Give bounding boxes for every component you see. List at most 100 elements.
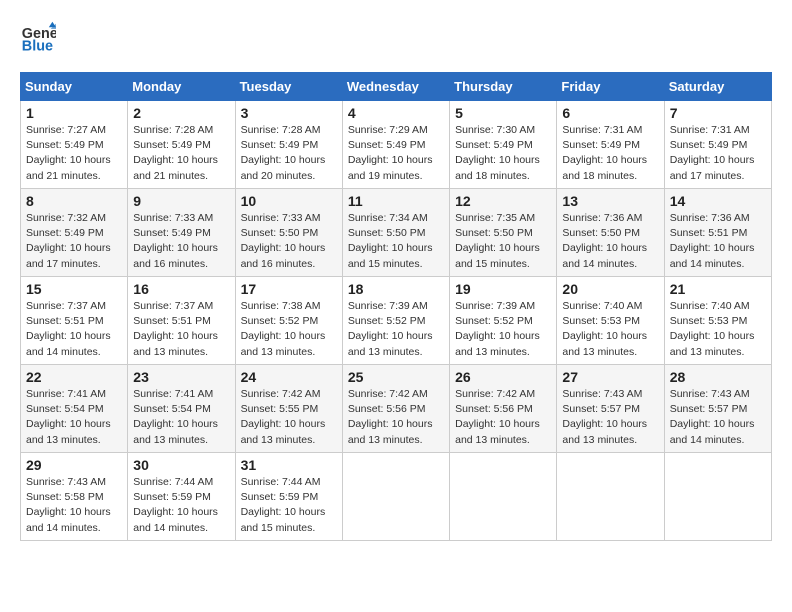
calendar-cell bbox=[342, 453, 449, 541]
calendar-cell: 31 Sunrise: 7:44 AMSunset: 5:59 PMDaylig… bbox=[235, 453, 342, 541]
day-number: 31 bbox=[241, 457, 337, 473]
cell-text: Sunrise: 7:44 AMSunset: 5:59 PMDaylight:… bbox=[241, 476, 326, 534]
calendar-cell: 9 Sunrise: 7:33 AMSunset: 5:49 PMDayligh… bbox=[128, 189, 235, 277]
calendar-cell: 23 Sunrise: 7:41 AMSunset: 5:54 PMDaylig… bbox=[128, 365, 235, 453]
calendar-cell bbox=[450, 453, 557, 541]
day-number: 13 bbox=[562, 193, 658, 209]
cell-text: Sunrise: 7:42 AMSunset: 5:56 PMDaylight:… bbox=[455, 388, 540, 446]
calendar-table: SundayMondayTuesdayWednesdayThursdayFrid… bbox=[20, 72, 772, 541]
day-number: 27 bbox=[562, 369, 658, 385]
weekday-header: Wednesday bbox=[342, 73, 449, 101]
calendar-week-row: 15 Sunrise: 7:37 AMSunset: 5:51 PMDaylig… bbox=[21, 277, 772, 365]
calendar-cell: 24 Sunrise: 7:42 AMSunset: 5:55 PMDaylig… bbox=[235, 365, 342, 453]
cell-text: Sunrise: 7:44 AMSunset: 5:59 PMDaylight:… bbox=[133, 476, 218, 534]
calendar-cell: 30 Sunrise: 7:44 AMSunset: 5:59 PMDaylig… bbox=[128, 453, 235, 541]
calendar-cell: 17 Sunrise: 7:38 AMSunset: 5:52 PMDaylig… bbox=[235, 277, 342, 365]
weekday-header: Saturday bbox=[664, 73, 771, 101]
calendar-cell: 12 Sunrise: 7:35 AMSunset: 5:50 PMDaylig… bbox=[450, 189, 557, 277]
cell-text: Sunrise: 7:43 AMSunset: 5:57 PMDaylight:… bbox=[562, 388, 647, 446]
calendar-cell: 26 Sunrise: 7:42 AMSunset: 5:56 PMDaylig… bbox=[450, 365, 557, 453]
day-number: 6 bbox=[562, 105, 658, 121]
day-number: 9 bbox=[133, 193, 229, 209]
cell-text: Sunrise: 7:35 AMSunset: 5:50 PMDaylight:… bbox=[455, 212, 540, 270]
calendar-week-row: 8 Sunrise: 7:32 AMSunset: 5:49 PMDayligh… bbox=[21, 189, 772, 277]
day-number: 24 bbox=[241, 369, 337, 385]
cell-text: Sunrise: 7:38 AMSunset: 5:52 PMDaylight:… bbox=[241, 300, 326, 358]
cell-text: Sunrise: 7:39 AMSunset: 5:52 PMDaylight:… bbox=[455, 300, 540, 358]
day-number: 19 bbox=[455, 281, 551, 297]
calendar-week-row: 1 Sunrise: 7:27 AMSunset: 5:49 PMDayligh… bbox=[21, 101, 772, 189]
day-number: 30 bbox=[133, 457, 229, 473]
calendar-cell: 21 Sunrise: 7:40 AMSunset: 5:53 PMDaylig… bbox=[664, 277, 771, 365]
logo-icon: General Blue bbox=[20, 20, 56, 56]
cell-text: Sunrise: 7:31 AMSunset: 5:49 PMDaylight:… bbox=[670, 124, 755, 182]
weekday-header: Tuesday bbox=[235, 73, 342, 101]
calendar-cell: 25 Sunrise: 7:42 AMSunset: 5:56 PMDaylig… bbox=[342, 365, 449, 453]
cell-text: Sunrise: 7:28 AMSunset: 5:49 PMDaylight:… bbox=[133, 124, 218, 182]
calendar-cell: 4 Sunrise: 7:29 AMSunset: 5:49 PMDayligh… bbox=[342, 101, 449, 189]
day-number: 8 bbox=[26, 193, 122, 209]
cell-text: Sunrise: 7:32 AMSunset: 5:49 PMDaylight:… bbox=[26, 212, 111, 270]
calendar-cell: 1 Sunrise: 7:27 AMSunset: 5:49 PMDayligh… bbox=[21, 101, 128, 189]
cell-text: Sunrise: 7:37 AMSunset: 5:51 PMDaylight:… bbox=[26, 300, 111, 358]
day-number: 4 bbox=[348, 105, 444, 121]
calendar-cell: 2 Sunrise: 7:28 AMSunset: 5:49 PMDayligh… bbox=[128, 101, 235, 189]
weekday-header: Thursday bbox=[450, 73, 557, 101]
cell-text: Sunrise: 7:42 AMSunset: 5:55 PMDaylight:… bbox=[241, 388, 326, 446]
cell-text: Sunrise: 7:29 AMSunset: 5:49 PMDaylight:… bbox=[348, 124, 433, 182]
cell-text: Sunrise: 7:43 AMSunset: 5:58 PMDaylight:… bbox=[26, 476, 111, 534]
weekday-header: Friday bbox=[557, 73, 664, 101]
day-number: 26 bbox=[455, 369, 551, 385]
calendar-cell: 8 Sunrise: 7:32 AMSunset: 5:49 PMDayligh… bbox=[21, 189, 128, 277]
cell-text: Sunrise: 7:41 AMSunset: 5:54 PMDaylight:… bbox=[26, 388, 111, 446]
day-number: 20 bbox=[562, 281, 658, 297]
weekday-header: Sunday bbox=[21, 73, 128, 101]
day-number: 21 bbox=[670, 281, 766, 297]
day-number: 3 bbox=[241, 105, 337, 121]
cell-text: Sunrise: 7:40 AMSunset: 5:53 PMDaylight:… bbox=[562, 300, 647, 358]
calendar-cell: 27 Sunrise: 7:43 AMSunset: 5:57 PMDaylig… bbox=[557, 365, 664, 453]
page-header: General Blue bbox=[20, 20, 772, 56]
day-number: 7 bbox=[670, 105, 766, 121]
day-number: 28 bbox=[670, 369, 766, 385]
cell-text: Sunrise: 7:36 AMSunset: 5:50 PMDaylight:… bbox=[562, 212, 647, 270]
day-number: 16 bbox=[133, 281, 229, 297]
cell-text: Sunrise: 7:30 AMSunset: 5:49 PMDaylight:… bbox=[455, 124, 540, 182]
weekday-header: Monday bbox=[128, 73, 235, 101]
cell-text: Sunrise: 7:40 AMSunset: 5:53 PMDaylight:… bbox=[670, 300, 755, 358]
weekday-header-row: SundayMondayTuesdayWednesdayThursdayFrid… bbox=[21, 73, 772, 101]
calendar-week-row: 29 Sunrise: 7:43 AMSunset: 5:58 PMDaylig… bbox=[21, 453, 772, 541]
day-number: 10 bbox=[241, 193, 337, 209]
calendar-week-row: 22 Sunrise: 7:41 AMSunset: 5:54 PMDaylig… bbox=[21, 365, 772, 453]
day-number: 14 bbox=[670, 193, 766, 209]
cell-text: Sunrise: 7:37 AMSunset: 5:51 PMDaylight:… bbox=[133, 300, 218, 358]
day-number: 17 bbox=[241, 281, 337, 297]
calendar-cell: 28 Sunrise: 7:43 AMSunset: 5:57 PMDaylig… bbox=[664, 365, 771, 453]
calendar-cell: 16 Sunrise: 7:37 AMSunset: 5:51 PMDaylig… bbox=[128, 277, 235, 365]
calendar-cell: 6 Sunrise: 7:31 AMSunset: 5:49 PMDayligh… bbox=[557, 101, 664, 189]
cell-text: Sunrise: 7:28 AMSunset: 5:49 PMDaylight:… bbox=[241, 124, 326, 182]
cell-text: Sunrise: 7:36 AMSunset: 5:51 PMDaylight:… bbox=[670, 212, 755, 270]
calendar-cell: 7 Sunrise: 7:31 AMSunset: 5:49 PMDayligh… bbox=[664, 101, 771, 189]
calendar-cell: 18 Sunrise: 7:39 AMSunset: 5:52 PMDaylig… bbox=[342, 277, 449, 365]
day-number: 1 bbox=[26, 105, 122, 121]
calendar-cell: 20 Sunrise: 7:40 AMSunset: 5:53 PMDaylig… bbox=[557, 277, 664, 365]
cell-text: Sunrise: 7:34 AMSunset: 5:50 PMDaylight:… bbox=[348, 212, 433, 270]
cell-text: Sunrise: 7:33 AMSunset: 5:50 PMDaylight:… bbox=[241, 212, 326, 270]
calendar-cell bbox=[664, 453, 771, 541]
day-number: 2 bbox=[133, 105, 229, 121]
day-number: 23 bbox=[133, 369, 229, 385]
logo: General Blue bbox=[20, 20, 60, 56]
day-number: 15 bbox=[26, 281, 122, 297]
calendar-cell: 29 Sunrise: 7:43 AMSunset: 5:58 PMDaylig… bbox=[21, 453, 128, 541]
calendar-cell: 19 Sunrise: 7:39 AMSunset: 5:52 PMDaylig… bbox=[450, 277, 557, 365]
calendar-cell: 15 Sunrise: 7:37 AMSunset: 5:51 PMDaylig… bbox=[21, 277, 128, 365]
day-number: 22 bbox=[26, 369, 122, 385]
calendar-cell: 14 Sunrise: 7:36 AMSunset: 5:51 PMDaylig… bbox=[664, 189, 771, 277]
day-number: 5 bbox=[455, 105, 551, 121]
calendar-cell: 13 Sunrise: 7:36 AMSunset: 5:50 PMDaylig… bbox=[557, 189, 664, 277]
day-number: 11 bbox=[348, 193, 444, 209]
calendar-cell: 5 Sunrise: 7:30 AMSunset: 5:49 PMDayligh… bbox=[450, 101, 557, 189]
cell-text: Sunrise: 7:33 AMSunset: 5:49 PMDaylight:… bbox=[133, 212, 218, 270]
cell-text: Sunrise: 7:31 AMSunset: 5:49 PMDaylight:… bbox=[562, 124, 647, 182]
